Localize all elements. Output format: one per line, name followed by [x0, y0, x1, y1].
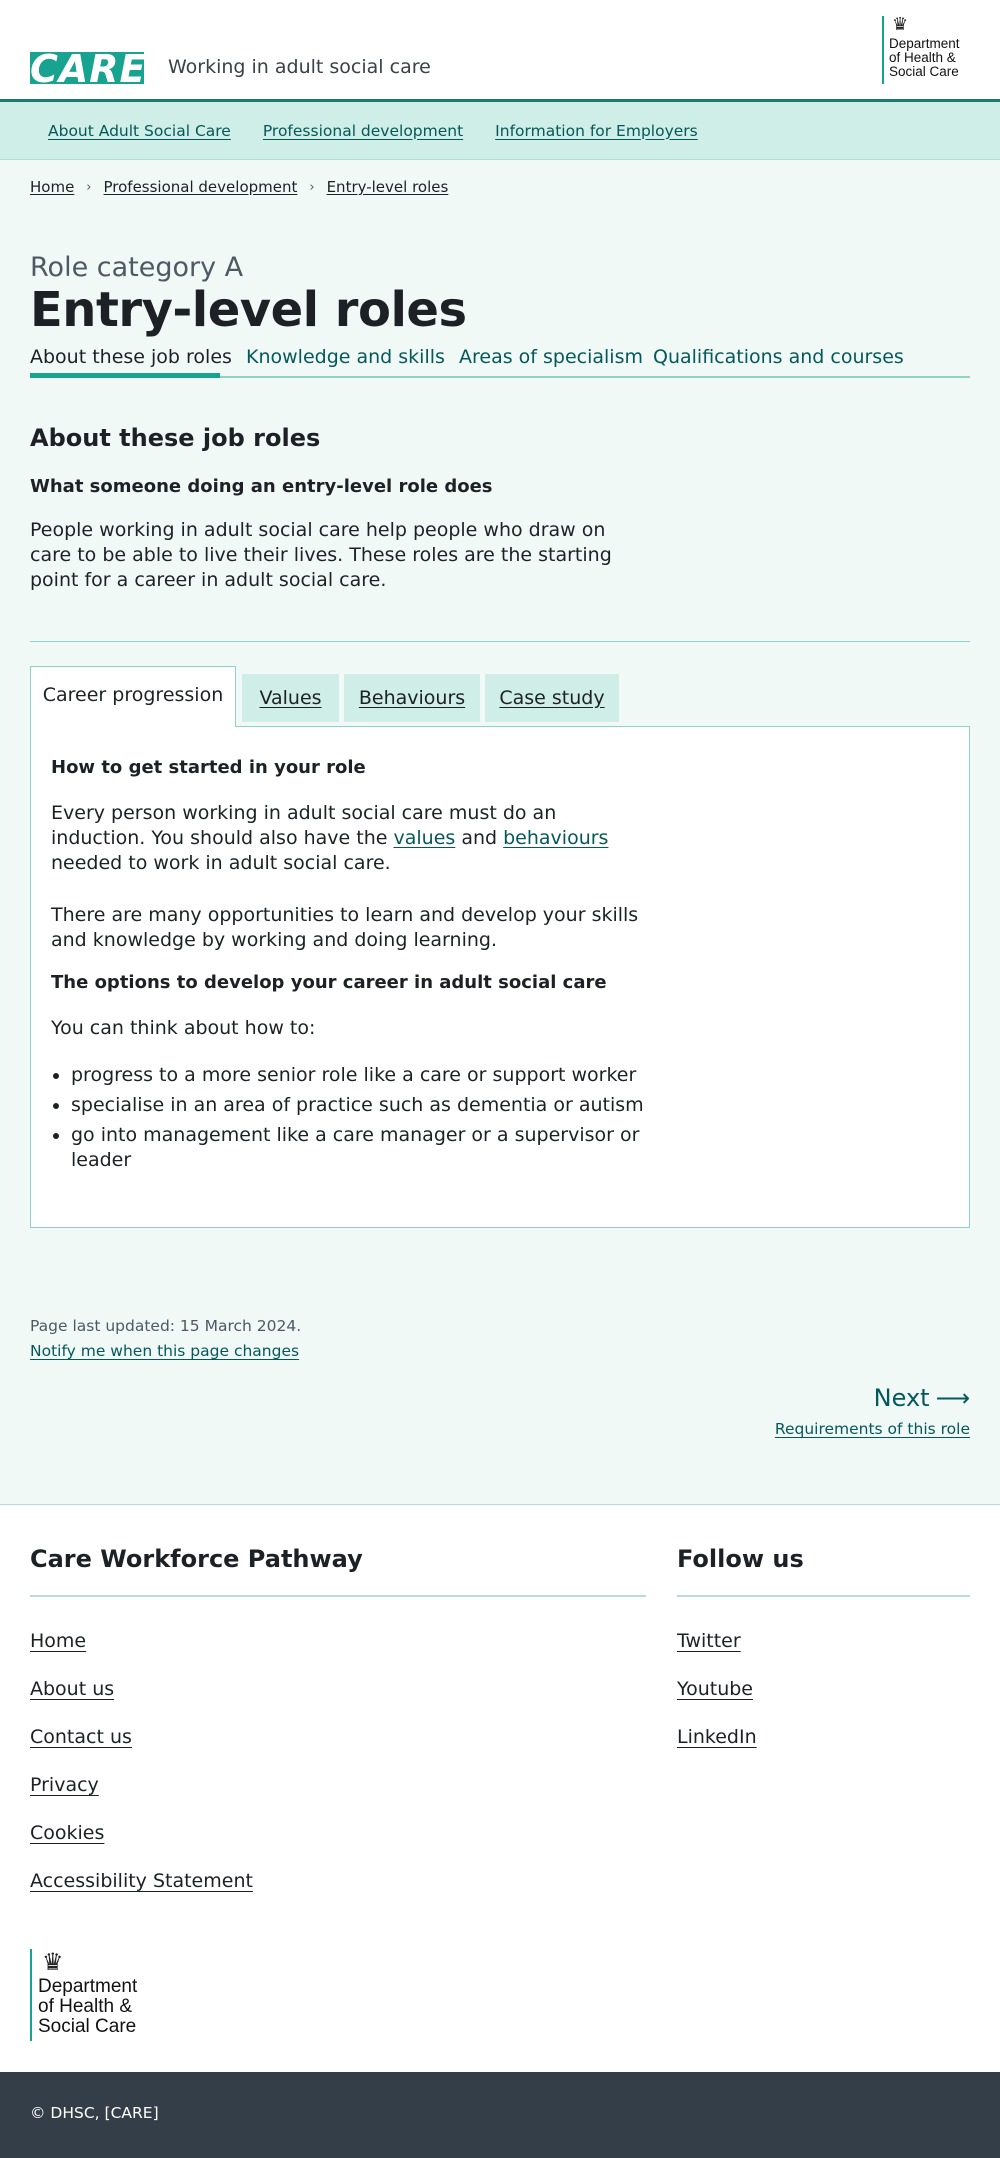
arrow-right-icon: ⟶: [935, 1384, 970, 1412]
section-heading: About these job roles: [30, 424, 321, 452]
panel-paragraph-think: You can think about how to:: [51, 1017, 316, 1039]
site-header: CARE Working in adult social care ♛ Depa…: [0, 0, 1000, 102]
page-caption: Role category A: [30, 252, 244, 283]
tab-career-progression[interactable]: Career progression: [30, 666, 236, 727]
behaviours-link[interactable]: behaviours: [503, 827, 608, 849]
footer-link-about-us[interactable]: About us: [30, 1678, 114, 1700]
list-item: specialise in an area of practice such a…: [71, 1093, 651, 1118]
footer-link-home[interactable]: Home: [30, 1630, 86, 1652]
values-link[interactable]: values: [393, 827, 455, 849]
list-item: Youtube: [677, 1665, 970, 1713]
list-item: About us: [30, 1665, 646, 1713]
subnav-active-indicator: [30, 373, 220, 378]
section-subheading: What someone doing an entry-level role d…: [30, 476, 493, 497]
list-item: go into management like a care manager o…: [71, 1123, 651, 1173]
sub-nav: About these job roles Knowledge and skil…: [30, 334, 970, 378]
footer-link-accessibility[interactable]: Accessibility Statement: [30, 1870, 253, 1892]
footer-link-linkedin[interactable]: LinkedIn: [677, 1726, 757, 1748]
next-page-link[interactable]: Next ⟶ Requirements of this role: [775, 1384, 970, 1438]
footer-dhsc-logo: ♛ Department of Health & Social Care: [30, 1949, 150, 2041]
panel-heading-get-started: How to get started in your role: [51, 757, 366, 778]
list-item: Privacy: [30, 1761, 646, 1809]
tab-case-study[interactable]: Case study: [485, 674, 619, 722]
footer-links: Home About us Contact us Privacy Cookies…: [30, 1617, 646, 1905]
subnav-areas-of-specialism[interactable]: Areas of specialism: [459, 346, 643, 368]
nav-about-adult-social-care[interactable]: About Adult Social Care: [48, 122, 231, 140]
footer-column-follow: Follow us Twitter Youtube LinkedIn: [677, 1545, 970, 1761]
panel-heading-options: The options to develop your career in ad…: [51, 972, 607, 993]
footer-dhsc-logo-text: Department of Health & Social Care: [38, 1976, 138, 2037]
footer-link-cookies[interactable]: Cookies: [30, 1822, 104, 1844]
nav-information-for-employers[interactable]: Information for Employers: [495, 122, 698, 140]
dhsc-logo: ♛ Department of Health & Social Care: [882, 16, 974, 84]
subnav-about-these-job-roles[interactable]: About these job roles: [30, 346, 232, 368]
royal-crest-icon: ♛: [892, 14, 909, 35]
breadcrumb-entry-level-roles[interactable]: Entry-level roles: [327, 178, 449, 196]
tab-panel-career-progression: How to get started in your role Every pe…: [30, 726, 970, 1228]
list-item: Accessibility Statement: [30, 1857, 646, 1905]
footer-link-twitter[interactable]: Twitter: [677, 1630, 741, 1652]
care-logo[interactable]: CARE: [30, 50, 146, 88]
subnav-knowledge-and-skills[interactable]: Knowledge and skills: [246, 346, 445, 368]
copyright-text: © DHSC, [CARE]: [30, 2104, 159, 2122]
social-links: Twitter Youtube LinkedIn: [677, 1617, 970, 1761]
footer-heading-pathway: Care Workforce Pathway: [30, 1545, 646, 1597]
main-content: Home › Professional development › Entry-…: [0, 160, 1000, 1504]
breadcrumb: Home › Professional development › Entry-…: [30, 178, 448, 196]
list-item: LinkedIn: [677, 1713, 970, 1761]
panel-paragraph-opportunities: There are many opportunities to learn an…: [51, 904, 639, 951]
panel-paragraph-induction: Every person working in adult social car…: [51, 802, 609, 874]
breadcrumb-home[interactable]: Home: [30, 178, 74, 196]
intro-text: People working in adult social care help…: [30, 519, 612, 591]
list-item: Cookies: [30, 1809, 646, 1857]
nav-professional-development[interactable]: Professional development: [263, 122, 463, 140]
tab-behaviours[interactable]: Behaviours: [344, 674, 480, 722]
footer-link-youtube[interactable]: Youtube: [677, 1678, 753, 1700]
dhsc-logo-text: Department of Health & Social Care: [889, 36, 960, 79]
next-label: Next: [873, 1384, 930, 1412]
section-divider: [30, 641, 970, 642]
page-title: Entry-level roles: [30, 282, 467, 338]
site-footer: Care Workforce Pathway Home About us Con…: [0, 1504, 1000, 2072]
primary-nav: About Adult Social Care Professional dev…: [0, 102, 1000, 160]
footer-column-pathway: Care Workforce Pathway Home About us Con…: [30, 1545, 646, 1905]
subnav-qualifications-and-courses[interactable]: Qualifications and courses: [653, 346, 904, 368]
footer-heading-follow: Follow us: [677, 1545, 970, 1597]
list-item: Home: [30, 1617, 646, 1665]
royal-crest-icon: ♛: [42, 1948, 64, 1976]
next-page-title: Requirements of this role: [774, 1420, 970, 1438]
chevron-right-icon: ›: [309, 179, 315, 195]
breadcrumb-professional-development[interactable]: Professional development: [104, 178, 298, 196]
list-item: Contact us: [30, 1713, 646, 1761]
footer-link-contact-us[interactable]: Contact us: [30, 1726, 132, 1748]
list-item: progress to a more senior role like a ca…: [71, 1063, 651, 1088]
tab-values[interactable]: Values: [242, 674, 339, 722]
list-item: Twitter: [677, 1617, 970, 1665]
chevron-right-icon: ›: [86, 179, 92, 195]
notify-page-changes-link[interactable]: Notify me when this page changes: [30, 1342, 299, 1360]
page-last-updated: Page last updated: 15 March 2024.: [30, 1317, 302, 1335]
career-options-list: progress to a more senior role like a ca…: [71, 1063, 651, 1178]
copyright-bar: © DHSC, [CARE]: [0, 2072, 1000, 2158]
site-name: Working in adult social care: [168, 56, 431, 78]
footer-link-privacy[interactable]: Privacy: [30, 1774, 99, 1796]
